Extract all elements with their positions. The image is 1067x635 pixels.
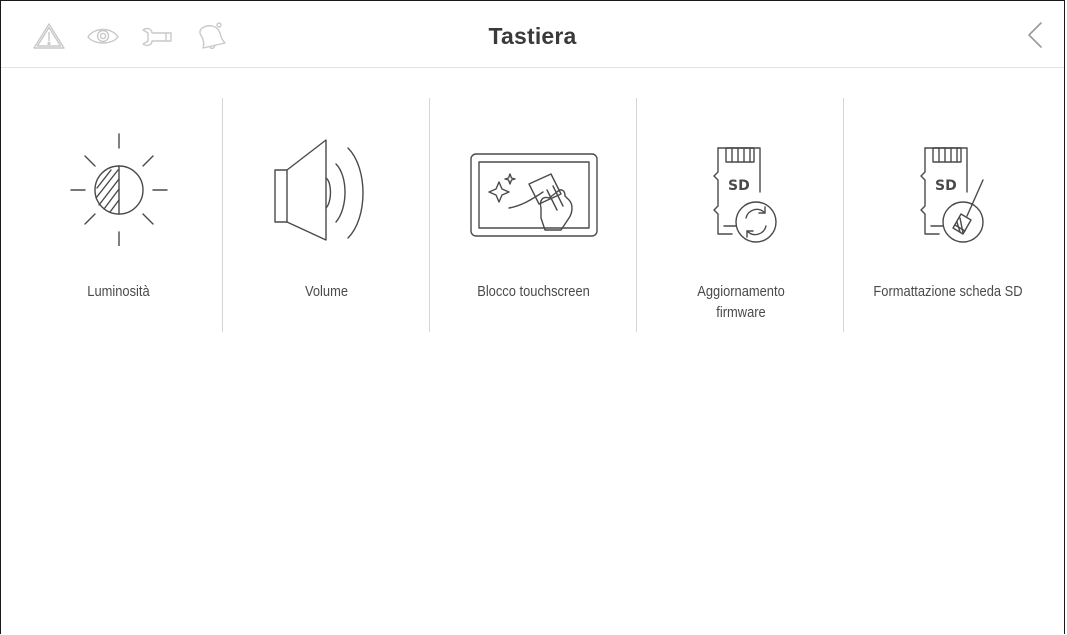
menu-item-label: Blocco touchscreen [477, 283, 590, 300]
page-title: Tastiera [488, 23, 577, 49]
menu-item-label: Aggiornamento firmware [696, 283, 785, 321]
menu-item-sd-format[interactable]: SD Formattazione scheda SD [844, 98, 1051, 332]
back-button[interactable] [1022, 17, 1050, 53]
top-bar: Tastiera [1, 1, 1064, 68]
keypad-screen: Tastiera Luminosità Volume Blocco touchs… [0, 0, 1065, 634]
menu-item-label: Formattazione scheda SD [872, 283, 1023, 300]
menu-item-brightness[interactable]: Luminosità [15, 98, 222, 332]
menu-item-touchscreen-lock[interactable]: Blocco touchscreen [430, 98, 637, 332]
svg-text:SD: SD [728, 178, 750, 194]
sd-card-format-icon: SD [883, 126, 1013, 246]
speaker-icon [262, 126, 392, 246]
touchscreen-cleaning-icon [469, 126, 599, 246]
menu-item-volume[interactable]: Volume [223, 98, 430, 332]
settings-menu: Luminosità Volume Blocco touchscreen SD … [15, 98, 1051, 332]
menu-item-label: Luminosità [87, 283, 150, 300]
sd-card-update-icon: SD [676, 126, 806, 246]
menu-item-label: Volume [304, 283, 349, 300]
svg-text:SD: SD [935, 178, 957, 194]
chevron-left-icon [1028, 22, 1042, 48]
brightness-icon [54, 126, 184, 246]
menu-item-firmware-update[interactable]: SD Aggiornamento firmware [637, 98, 844, 332]
